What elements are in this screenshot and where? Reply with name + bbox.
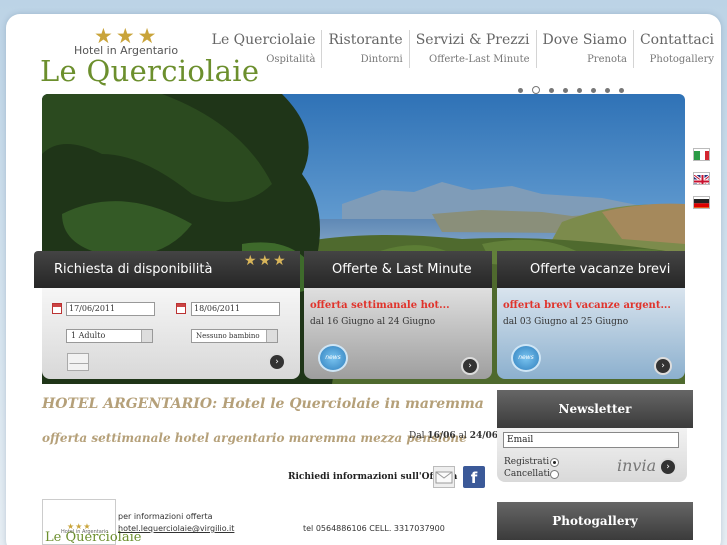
calendar-icon[interactable] (176, 303, 186, 314)
logo-stars: ★★★ (94, 24, 160, 48)
german-flag-icon[interactable] (693, 196, 710, 209)
nav-link-ristorante[interactable]: Ristorante (328, 30, 402, 50)
newsletter-header: Newsletter (497, 390, 693, 428)
newsletter-submit-button[interactable]: › (659, 458, 677, 476)
nav-link-servizi-prezzi[interactable]: Servizi & Prezzi (416, 30, 530, 50)
nav-item-le-querciolaie: Le Querciolaie Ospitalità (206, 30, 322, 68)
offer-link[interactable]: offerta settimanale hot... (310, 300, 450, 311)
date-to: 24/06 (469, 431, 499, 441)
nav-link-offerte-last-minute[interactable]: Offerte-Last Minute (416, 52, 530, 68)
info-label: per informazioni offerta (118, 512, 213, 521)
availability-stars: ★★★ (244, 253, 288, 269)
date-prefix: Dal (409, 431, 425, 441)
offers-next-button[interactable]: › (461, 357, 479, 375)
slide-dot[interactable] (549, 87, 554, 93)
italian-flag-icon[interactable] (693, 148, 710, 161)
availability-title: Richiesta di disponibilità (54, 262, 213, 277)
request-info-label: Richiedi informazioni sull'Offerta (288, 472, 458, 482)
adults-select[interactable]: 1 Adulto (66, 329, 153, 343)
nav-link-dove-siamo[interactable]: Dove Siamo (543, 30, 627, 50)
nav-item-dove-siamo: Dove Siamo Prenota (535, 30, 633, 68)
availability-submit-button[interactable]: › (268, 353, 286, 371)
contact-phone: tel 0564886106 CELL. 3317037900 (303, 524, 445, 533)
short-offers-header[interactable]: Offerte vacanze brevi (497, 251, 685, 288)
short-offer-dates: dal 03 Giugno al 25 Giugno (503, 317, 629, 327)
news-badge-icon: news (318, 344, 348, 372)
nav-link-dintorni[interactable]: Dintorni (328, 52, 403, 68)
unsubscribe-radio[interactable] (550, 470, 559, 479)
slide-dot[interactable] (577, 87, 582, 93)
nav-link-photogallery[interactable]: Photogallery (640, 52, 714, 68)
date-separator: al (458, 431, 467, 441)
short-offers-next-button[interactable]: › (654, 357, 672, 375)
offer-date-range: Dal 16/06 al 24/06 (409, 431, 498, 441)
facebook-icon[interactable]: f (463, 466, 485, 488)
availability-header: Richiesta di disponibilità ★★★ (34, 251, 300, 288)
offer-heading: offerta settimanale hotel argentario mar… (42, 431, 467, 445)
short-offer-link[interactable]: offerta brevi vacanze argent... (503, 300, 671, 311)
photogallery-header[interactable]: Photogallery (497, 502, 693, 540)
envelope-icon[interactable] (67, 353, 89, 371)
slide-dot[interactable] (563, 87, 568, 93)
contact-email-link[interactable]: hotel.lequerciolaie@virgilio.it (118, 524, 234, 533)
nav-link-contattaci[interactable]: Contattaci (640, 30, 714, 50)
nav-item-ristorante: Ristorante Dintorni (321, 30, 408, 68)
nav-link-le-querciolaie[interactable]: Le Querciolaie (212, 30, 316, 50)
calendar-icon[interactable] (52, 303, 62, 314)
nav-link-prenota[interactable]: Prenota (543, 52, 627, 68)
nav-link-ospitalita[interactable]: Ospitalità (212, 52, 315, 68)
page-title: HOTEL ARGENTARIO: Hotel le Querciolaie i… (42, 396, 484, 412)
slide-dot-active[interactable] (532, 86, 540, 94)
language-selector (693, 148, 710, 209)
hotel-logo[interactable]: ★★★ Hotel in Argentario Le Querciolaie (40, 24, 259, 89)
subscribe-radio[interactable] (550, 458, 559, 467)
subscribe-label: Registrati (504, 457, 550, 467)
offer-dates: dal 16 Giugno al 24 Giugno (310, 317, 436, 327)
checkin-date-input[interactable]: 17/06/2011 (66, 302, 155, 316)
date-from: 16/06 (427, 431, 456, 441)
offers-title: Offerte & Last Minute (332, 262, 472, 277)
english-flag-icon[interactable] (693, 172, 710, 185)
slide-dot[interactable] (605, 87, 610, 93)
slide-dot[interactable] (591, 87, 596, 93)
short-offers-title: Offerte vacanze brevi (530, 262, 671, 277)
unsubscribe-label: Cancellati (504, 469, 551, 479)
email-envelope-icon[interactable] (433, 466, 455, 488)
nav-item-servizi-prezzi: Servizi & Prezzi Offerte-Last Minute (408, 30, 536, 68)
newsletter-submit-label[interactable]: invia (617, 456, 656, 475)
offer-thumbnail[interactable]: ★★★ Hotel in Argentario Le Querciolaie (42, 499, 141, 545)
checkout-date-input[interactable]: 18/06/2011 (191, 302, 280, 316)
newsletter-email-input[interactable]: Email (503, 432, 679, 448)
main-nav: Le Querciolaie Ospitalità Ristorante Din… (206, 30, 720, 68)
slide-dot[interactable] (518, 87, 523, 93)
nav-item-contattaci: Contattaci Photogallery (632, 30, 720, 68)
news-badge-icon: news (511, 344, 541, 372)
children-select[interactable]: Nessuno bambino (191, 329, 278, 343)
offers-header[interactable]: Offerte & Last Minute (304, 251, 492, 288)
slide-dot[interactable] (619, 87, 624, 93)
slideshow-dots (518, 86, 624, 94)
